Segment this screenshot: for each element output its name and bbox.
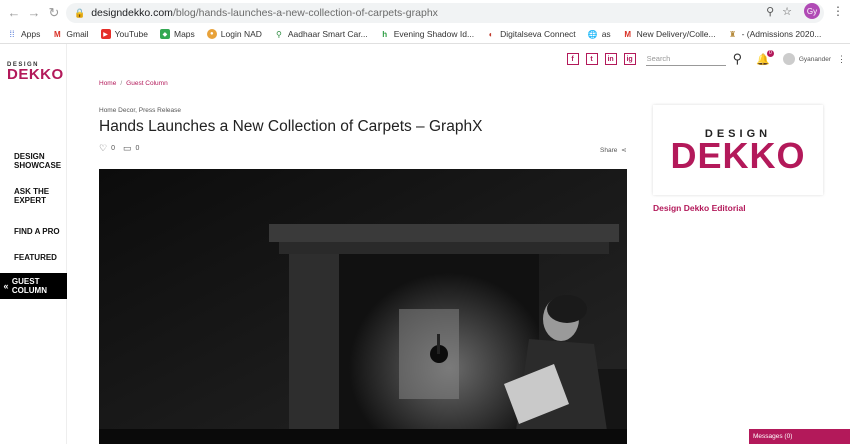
bookmark-label: - (Admissions 2020...: [741, 29, 822, 39]
url-path: /blog/hands-launches-a-new-collection-of…: [172, 7, 438, 19]
search-icon[interactable]: ⚲: [733, 51, 743, 67]
notification-bell-icon[interactable]: 🔔 0: [756, 49, 774, 66]
user-menu-icon[interactable]: ⋮: [837, 54, 846, 65]
side-nav: DESIGN SHOWCASE ASK THE EXPERT FIND A PR…: [0, 152, 67, 299]
lock-icon: 🔒: [74, 7, 86, 18]
heart-icon[interactable]: ♡: [99, 143, 107, 154]
globe-icon: 🌐: [587, 29, 598, 39]
collapse-arrows-icon[interactable]: «: [0, 281, 12, 291]
bookmark-label: Login NAD: [220, 29, 262, 39]
search-placeholder: Search: [646, 54, 671, 63]
bookmark-youtube[interactable]: ▶ YouTube: [100, 29, 148, 39]
bookmark-new-delivery[interactable]: M New Delivery/Colle...: [623, 29, 716, 39]
bookmark-digitalseva[interactable]: ◐ Digitalseva Connect: [486, 29, 576, 39]
search-input[interactable]: Search: [645, 52, 726, 66]
facebook-icon[interactable]: f: [566, 53, 579, 65]
evening-shadow-icon: h: [382, 29, 388, 39]
bookmark-as[interactable]: 🌐 as: [588, 29, 611, 39]
editorial-logo-dekko: DEKKO: [670, 135, 806, 176]
twitter-icon[interactable]: t: [585, 53, 598, 65]
sidebar-item-label: GUEST COLUMN: [11, 277, 47, 295]
browser-menu-icon[interactable]: ⋮: [832, 4, 844, 18]
bookmark-label: Evening Shadow Id...: [393, 29, 475, 39]
gmail-icon: M: [54, 29, 61, 39]
digitalseva-icon: ◐: [488, 29, 494, 39]
site-logo[interactable]: DESIGN DEKKO: [7, 62, 64, 83]
bookmark-admissions[interactable]: ♜ - (Admissions 2020...: [728, 29, 822, 39]
gmail-icon: M: [624, 29, 631, 39]
bookmark-label: Digitalseva Connect: [500, 29, 576, 39]
bookmark-label: Maps: [173, 29, 195, 39]
bookmark-label: Gmail: [66, 29, 89, 39]
sidebar-item-label: ASK THE: [14, 187, 50, 196]
bookmark-login-nad[interactable]: ● Login NAD: [206, 29, 262, 39]
sidebar: DESIGN DEKKO DESIGN SHOWCASE ASK THE EXP…: [0, 44, 67, 444]
bookmark-gmail[interactable]: M Gmail: [52, 29, 89, 39]
browser-chrome: ← → ↻ 🔒 designdekko.com /blog/hands-laun…: [0, 0, 850, 44]
user-name[interactable]: Gyanander: [799, 56, 831, 63]
like-count: 0: [111, 145, 115, 152]
sidebar-item-featured[interactable]: FEATURED: [0, 253, 67, 262]
main-content: f t in ig Search ⚲ 🔔 0 Gyanander ⋮ Home /…: [67, 44, 850, 444]
breadcrumb: Home / Guest Column: [99, 80, 168, 87]
share-button[interactable]: Share ⋖: [600, 146, 627, 154]
aadhaar-icon: ⚲: [275, 29, 282, 39]
sidebar-item-label: FIND A PRO: [14, 227, 60, 236]
article-meta: ♡ 0 ▭ 0: [99, 143, 139, 154]
logo-dekko-text: DEKKO: [7, 66, 64, 83]
zoom-icon[interactable]: ⚲: [766, 5, 774, 18]
bookmark-apps[interactable]: ⁞⁞ Apps: [7, 29, 40, 39]
hero-photo: [99, 169, 627, 444]
breadcrumb-separator: /: [120, 80, 123, 87]
linkedin-icon[interactable]: in: [604, 53, 617, 65]
editorial-author-link[interactable]: Design Dekko Editorial: [653, 203, 746, 213]
bookmarks-bar: ⁞⁞ Apps M Gmail ▶ YouTube ◆ Maps ● Login…: [0, 25, 850, 43]
article-hero-image: [99, 169, 627, 444]
instagram-icon[interactable]: ig: [623, 53, 636, 65]
browser-actions: ⚲ ☆ Gy ⋮: [766, 3, 844, 19]
sidebar-item-label: DESIGN: [14, 152, 45, 161]
maps-icon: ◆: [159, 29, 170, 39]
forward-icon[interactable]: →: [24, 3, 44, 23]
address-bar[interactable]: 🔒 designdekko.com /blog/hands-launches-a…: [66, 3, 824, 23]
breadcrumb-current[interactable]: Guest Column: [126, 80, 168, 87]
sidebar-item-guest-column[interactable]: « GUEST COLUMN: [0, 273, 67, 299]
sidebar-item-label: SHOWCASE: [14, 161, 62, 170]
star-icon[interactable]: ☆: [782, 5, 792, 18]
bookmark-label: Apps: [21, 29, 41, 39]
share-icon: ⋖: [621, 147, 627, 154]
sidebar-item-ask-the-expert[interactable]: ASK THE EXPERT: [0, 187, 67, 205]
sidebar-item-design-showcase[interactable]: DESIGN SHOWCASE: [0, 152, 67, 170]
bookmark-label: New Delivery/Colle...: [636, 29, 716, 39]
comment-icon[interactable]: ▭: [123, 143, 132, 154]
bookmark-label: as: [601, 29, 611, 39]
youtube-icon: ▶: [100, 29, 111, 39]
bookmark-evening-shadow[interactable]: h Evening Shadow Id...: [380, 29, 474, 39]
bookmark-aadhaar[interactable]: ⚲ Aadhaar Smart Car...: [274, 29, 368, 39]
url-host: designdekko.com: [91, 7, 173, 19]
reload-icon[interactable]: ↻: [44, 3, 64, 23]
notification-badge: 0: [766, 49, 774, 57]
share-label: Share: [600, 147, 618, 154]
sidebar-item-label: FEATURED: [14, 253, 57, 262]
login-nad-icon: ●: [206, 29, 217, 39]
bookmark-maps[interactable]: ◆ Maps: [159, 29, 195, 39]
avatar[interactable]: [782, 53, 795, 65]
admissions-icon: ♜: [728, 29, 737, 39]
page-title: Hands Launches a New Collection of Carpe…: [99, 118, 483, 135]
top-header-bar: f t in ig Search ⚲ 🔔 0 Gyanander ⋮: [566, 44, 850, 74]
sidebar-item-find-a-pro[interactable]: FIND A PRO: [0, 227, 67, 236]
breadcrumb-home[interactable]: Home: [99, 80, 116, 87]
sidebar-item-label: EXPERT: [14, 196, 47, 205]
bookmark-label: YouTube: [114, 29, 148, 39]
editorial-logo-card[interactable]: DESIGN DEKKO: [653, 105, 823, 195]
back-icon[interactable]: ←: [4, 3, 24, 23]
comment-count: 0: [135, 145, 140, 152]
messages-button[interactable]: Messages (0): [749, 429, 850, 444]
article-categories[interactable]: Home Decor, Press Release: [99, 107, 181, 114]
bookmark-label: Aadhaar Smart Car...: [287, 29, 368, 39]
apps-grid-icon: ⁞⁞: [9, 29, 15, 39]
profile-avatar[interactable]: Gy: [804, 3, 820, 19]
